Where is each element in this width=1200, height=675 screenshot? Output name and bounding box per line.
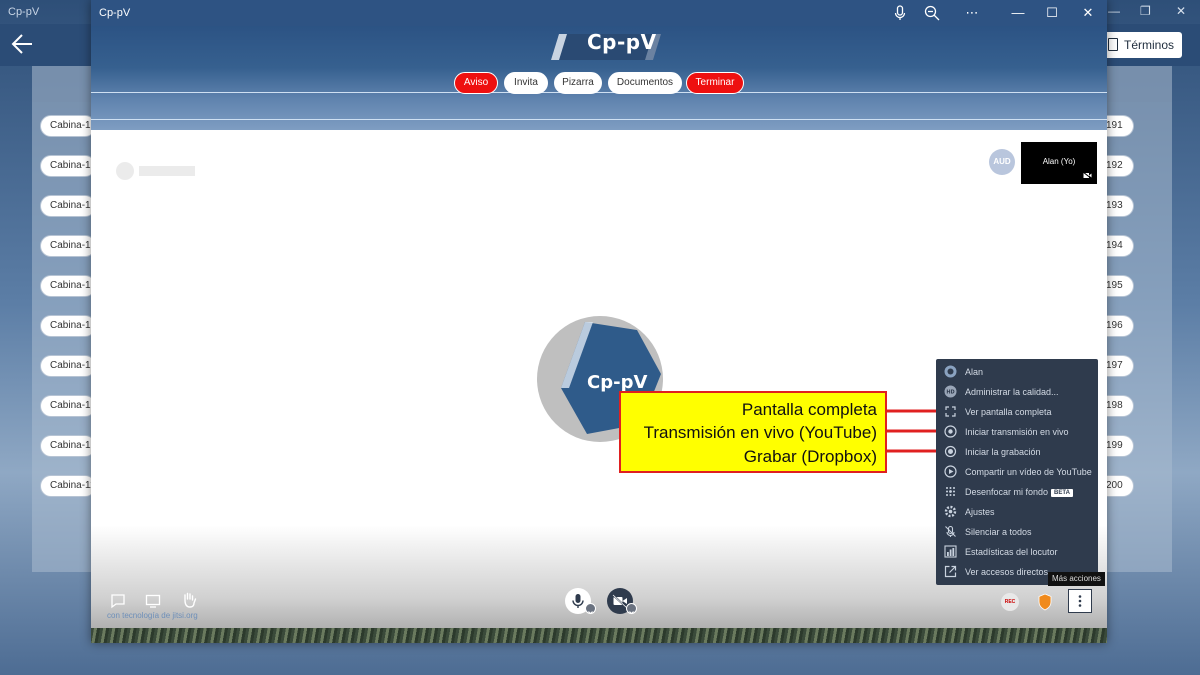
back-arrow-icon[interactable] — [10, 31, 36, 57]
terminar-button[interactable]: Terminar — [686, 72, 744, 94]
documentos-button[interactable]: Documentos — [608, 72, 682, 94]
stats-icon — [944, 545, 957, 558]
outer-window-title: Cp-pV — [8, 6, 40, 18]
camera-options-chevron-icon[interactable] — [626, 603, 637, 615]
camera-off-icon — [1083, 172, 1092, 179]
cabina-item[interactable]: Cabina-10 — [40, 235, 96, 257]
more-actions-tooltip: Más acciones — [1048, 572, 1105, 586]
menu-item-label: Ver pantalla completa — [965, 407, 1052, 417]
header-divider — [91, 119, 1107, 120]
mic-options-chevron-icon[interactable] — [585, 603, 596, 615]
menu-item-label: Estadísticas del locutor — [965, 547, 1058, 557]
menu-item-livestream[interactable]: Iniciar transmisión en vivo — [936, 422, 1098, 442]
menu-item-label: Iniciar la grabación — [965, 447, 1041, 457]
logo-text: Cp-pV — [587, 30, 657, 54]
cabina-item[interactable]: Cabina-10 — [40, 395, 96, 417]
cabina-item[interactable]: Cabina-10 — [40, 115, 96, 137]
more-actions-menu: Alan HD Administrar la calidad... Ver pa… — [936, 359, 1098, 585]
center-logo-text: Cp-pV — [587, 372, 648, 393]
terminos-label: Términos — [1123, 38, 1174, 52]
outer-close-icon[interactable]: ✕ — [1176, 4, 1186, 18]
header-divider — [91, 92, 1107, 93]
window-titlebar: Cp-pV ⋯ — ☐ ✕ — [91, 0, 1107, 26]
cabina-item[interactable]: Cabina-10 — [40, 435, 96, 457]
menu-item-youtube[interactable]: Compartir un vídeo de YouTube — [936, 462, 1098, 482]
document-icon — [1108, 38, 1118, 51]
user-avatar-icon — [944, 365, 957, 378]
invita-button[interactable]: Invita — [504, 72, 548, 94]
cabina-item[interactable]: Cabina-10 — [40, 195, 96, 217]
maximize-icon[interactable]: ☐ — [1043, 4, 1061, 22]
callout-livestream-text: Transmisión en vivo (YouTube) — [643, 423, 877, 442]
cabina-item[interactable]: Cabina-11 — [40, 475, 96, 497]
cabina-item[interactable]: Cabina-10 — [40, 355, 96, 377]
callout-record-text: Grabar (Dropbox) — [743, 447, 877, 466]
record-icon — [944, 445, 957, 458]
menu-item-blur[interactable]: Desenfocar mi fondo BETA — [936, 482, 1098, 502]
cabina-item[interactable]: Cabina-10 — [40, 315, 96, 337]
more-options-icon[interactable]: ⋯ — [963, 4, 981, 22]
menu-item-label: Ajustes — [965, 507, 995, 517]
recording-indicator[interactable]: REC — [1001, 593, 1019, 611]
self-name-label: Alan (Yo) — [1042, 157, 1076, 166]
menu-item-profile[interactable]: Alan — [936, 362, 1098, 382]
chat-icon[interactable] — [110, 593, 126, 609]
pizarra-button[interactable]: Pizarra — [554, 72, 602, 94]
conference-window: Cp-pV ⋯ — ☐ ✕ Cp-pV Aviso Invita Pizarra… — [91, 0, 1107, 643]
beta-badge: BETA — [1051, 489, 1073, 497]
self-video-tile[interactable]: Alan (Yo) — [1021, 142, 1097, 184]
menu-item-label: Alan — [965, 367, 984, 377]
microphone-icon[interactable] — [891, 4, 909, 22]
menu-item-quality[interactable]: HD Administrar la calidad... — [936, 382, 1098, 402]
background-strip — [91, 628, 1107, 643]
callout-fullscreen-text: Pantalla completa — [741, 400, 877, 419]
blur-icon — [946, 487, 955, 496]
security-shield-icon[interactable] — [1037, 593, 1053, 611]
video-stage: AUD Alan (Yo) Cp-pV Pantalla completa Tr… — [91, 130, 1107, 643]
outer-minimize-icon[interactable]: — — [1108, 4, 1120, 18]
annotation-callout: Pantalla completa Transmisión en vivo (Y… — [619, 391, 887, 473]
menu-item-stats[interactable]: Estadísticas del locutor — [936, 542, 1098, 562]
menu-item-label: Administrar la calidad... — [965, 387, 1059, 397]
mute-all-icon — [945, 525, 956, 537]
menu-item-mute-all[interactable]: Silenciar a todos — [936, 522, 1098, 542]
cabina-item[interactable]: Cabina-10 — [40, 155, 96, 177]
screen-share-icon[interactable] — [145, 593, 161, 609]
participant-avatar[interactable]: AUD — [989, 149, 1015, 175]
menu-item-label: Compartir un vídeo de YouTube — [965, 467, 1092, 477]
terminos-button[interactable]: Términos — [1098, 32, 1182, 58]
menu-item-label: Silenciar a todos — [965, 527, 1032, 537]
menu-item-recording[interactable]: Iniciar la grabación — [936, 442, 1098, 462]
live-stream-icon — [944, 425, 957, 438]
more-actions-button[interactable] — [1068, 589, 1092, 613]
hd-icon: HD — [944, 385, 957, 398]
svg-text:HD: HD — [946, 390, 954, 396]
menu-item-label: Iniciar transmisión en vivo — [965, 427, 1069, 437]
close-icon[interactable]: ✕ — [1079, 4, 1097, 22]
menu-item-label: Desenfocar mi fondo BETA — [965, 487, 1073, 497]
outer-restore-icon[interactable]: ❐ — [1140, 4, 1151, 18]
blur-label: Desenfocar mi fondo — [965, 487, 1049, 497]
jitsi-watermark — [116, 162, 195, 180]
menu-item-settings[interactable]: Ajustes — [936, 502, 1098, 522]
menu-item-fullscreen[interactable]: Ver pantalla completa — [936, 402, 1098, 422]
jitsi-credit[interactable]: con tecnología de jitsi.org — [107, 611, 198, 620]
cabina-item[interactable]: Cabina-10 — [40, 275, 96, 297]
menu-item-label: Ver accesos directos — [965, 567, 1049, 577]
vertical-dots-icon — [1078, 595, 1082, 607]
play-icon — [944, 465, 957, 478]
gear-icon — [944, 505, 957, 518]
minimize-icon[interactable]: — — [1009, 4, 1027, 22]
aviso-button[interactable]: Aviso — [454, 72, 498, 94]
conference-header: Cp-pV Aviso Invita Pizarra Documentos Te… — [91, 26, 1107, 130]
fullscreen-icon — [945, 406, 956, 417]
shortcut-icon — [944, 565, 957, 578]
zoom-out-icon[interactable] — [923, 4, 941, 22]
raise-hand-icon[interactable] — [180, 591, 198, 609]
window-title: Cp-pV — [99, 7, 131, 19]
